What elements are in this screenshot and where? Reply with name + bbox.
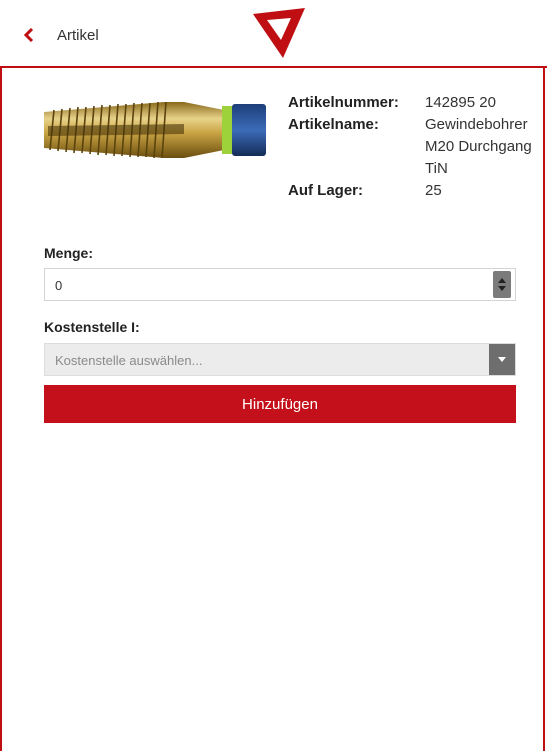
back-button[interactable] <box>20 25 38 45</box>
header-bar: Artikel <box>0 0 547 68</box>
stepper-arrows-icon <box>498 278 506 291</box>
chevron-left-icon <box>23 28 34 42</box>
stock-value: 25 <box>425 182 442 199</box>
add-button[interactable]: Hinzufügen <box>44 385 516 423</box>
cost-center-label: Kostenstelle I: <box>44 319 140 335</box>
quantity-value: 0 <box>55 278 63 293</box>
article-number-value: 142895 20 <box>425 94 496 111</box>
info-row-article-name: Artikelname: Gewindebohrer M20 Durchgang… <box>288 114 545 180</box>
cost-center-select[interactable]: Kostenstelle auswählen... <box>44 343 516 376</box>
product-info: Artikelnummer: 142895 20 Artikelname: Ge… <box>288 92 545 202</box>
page-title: Artikel <box>57 27 99 44</box>
quantity-input[interactable]: 0 <box>44 268 516 301</box>
caret-down-icon <box>498 357 506 362</box>
stock-label: Auf Lager: <box>288 182 363 199</box>
info-row-stock: Auf Lager: 25 <box>288 180 545 202</box>
dropdown-toggle[interactable] <box>489 344 515 375</box>
triangle-logo-icon <box>253 8 305 58</box>
product-image <box>44 101 266 159</box>
info-row-article-number: Artikelnummer: 142895 20 <box>288 92 545 114</box>
cost-center-placeholder: Kostenstelle auswählen... <box>55 353 203 368</box>
quantity-label: Menge: <box>44 245 93 261</box>
article-number-label: Artikelnummer: <box>288 94 399 111</box>
article-name-label: Artikelname: <box>288 116 379 133</box>
article-name-value: Gewindebohrer M20 Durchgang TiN <box>425 116 532 177</box>
quantity-stepper[interactable] <box>493 271 511 298</box>
